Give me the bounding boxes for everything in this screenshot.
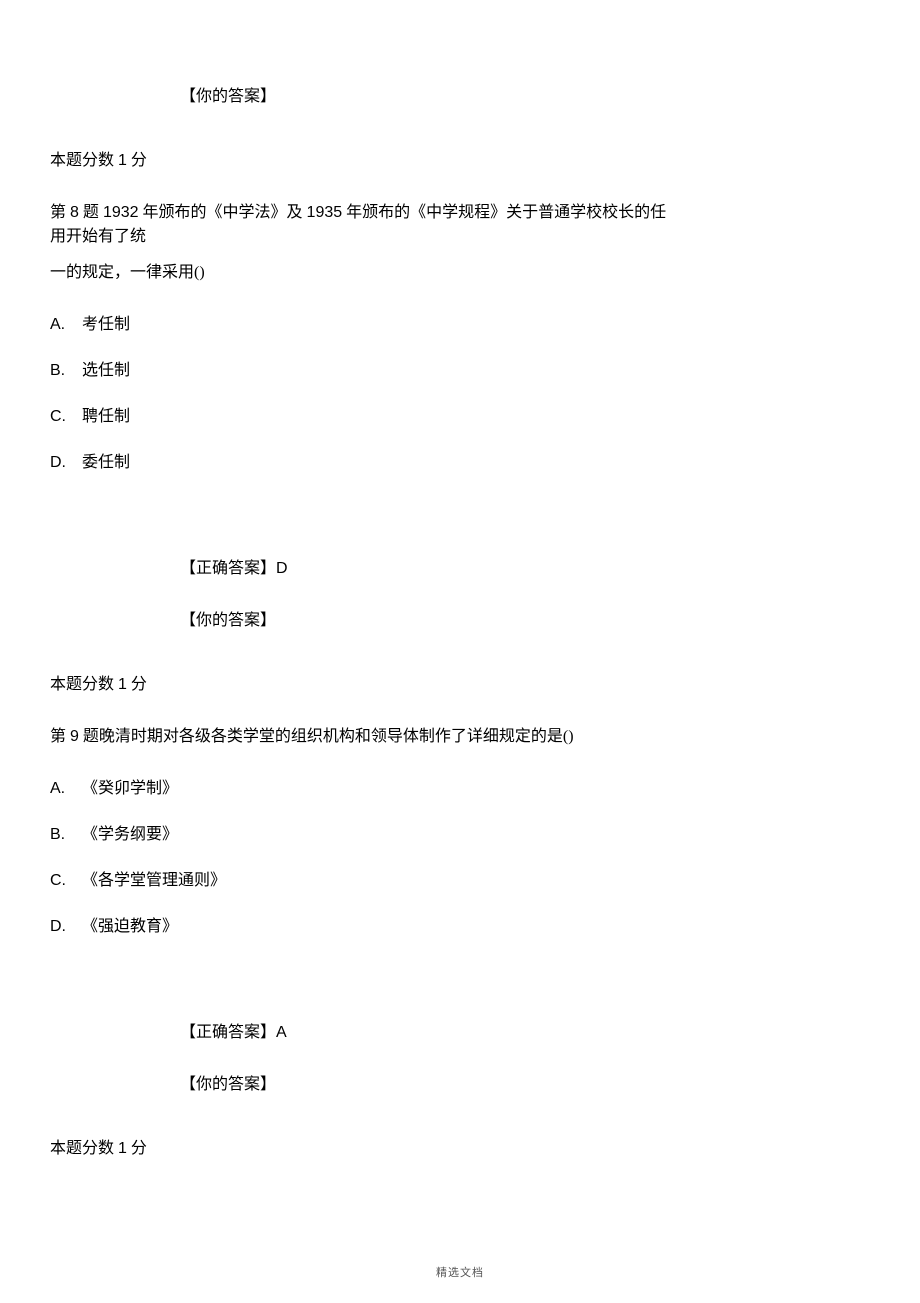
option-letter: D. [50, 451, 78, 475]
q9-option-c: C. 《各学堂管理通则》 [50, 869, 870, 893]
option-text: 选任制 [82, 362, 130, 379]
q9-stem: 第 9 题晚清时期对各级各类学堂的组织机构和领导体制作了详细规定的是() [50, 725, 650, 749]
option-letter: D. [50, 915, 78, 939]
option-text: 委任制 [82, 454, 130, 471]
q8-correct-answer: 【正确答案】D [50, 557, 870, 581]
q8-option-b: B. 选任制 [50, 359, 870, 383]
q9-option-a: A. 《癸卯学制》 [50, 777, 870, 801]
prev-your-answer: 【你的答案】 [50, 85, 870, 109]
q9-score-line: 本题分数 1 分 [50, 1137, 870, 1161]
q8-option-d: D. 委任制 [50, 451, 870, 475]
correct-answer-value: D [276, 560, 288, 577]
q8-option-a: A. 考任制 [50, 313, 870, 337]
q8-option-c: C. 聘任制 [50, 405, 870, 429]
q8-score-line: 本题分数 1 分 [50, 673, 870, 697]
q9-correct-answer: 【正确答案】A [50, 1021, 870, 1045]
prev-score-line: 本题分数 1 分 [50, 149, 870, 173]
correct-answer-value: A [276, 1024, 287, 1041]
q8-your-answer: 【你的答案】 [50, 609, 870, 633]
q9-your-answer: 【你的答案】 [50, 1073, 870, 1097]
your-answer-label: 【你的答案】 [180, 88, 276, 105]
q8-stem-line1: 第 8 题 1932 年颁布的《中学法》及 1935 年颁布的《中学规程》关于普… [50, 201, 670, 249]
option-text: 《癸卯学制》 [82, 780, 178, 797]
option-letter: A. [50, 777, 78, 801]
correct-answer-label: 【正确答案】 [180, 560, 276, 577]
option-letter: B. [50, 823, 78, 847]
page-footer: 精选文档 [0, 1265, 920, 1282]
q9-option-b: B. 《学务纲要》 [50, 823, 870, 847]
option-text: 《各学堂管理通则》 [82, 872, 226, 889]
q8-stem-line2: 一的规定，一律采用() [50, 261, 870, 285]
option-text: 聘任制 [82, 408, 130, 425]
option-letter: A. [50, 313, 78, 337]
option-letter: B. [50, 359, 78, 383]
option-letter: C. [50, 405, 78, 429]
option-text: 考任制 [82, 316, 130, 333]
option-letter: C. [50, 869, 78, 893]
your-answer-label: 【你的答案】 [180, 1076, 276, 1093]
option-text: 《强迫教育》 [82, 918, 178, 935]
your-answer-label: 【你的答案】 [180, 612, 276, 629]
q9-option-d: D. 《强迫教育》 [50, 915, 870, 939]
correct-answer-label: 【正确答案】 [180, 1024, 276, 1041]
option-text: 《学务纲要》 [82, 826, 178, 843]
